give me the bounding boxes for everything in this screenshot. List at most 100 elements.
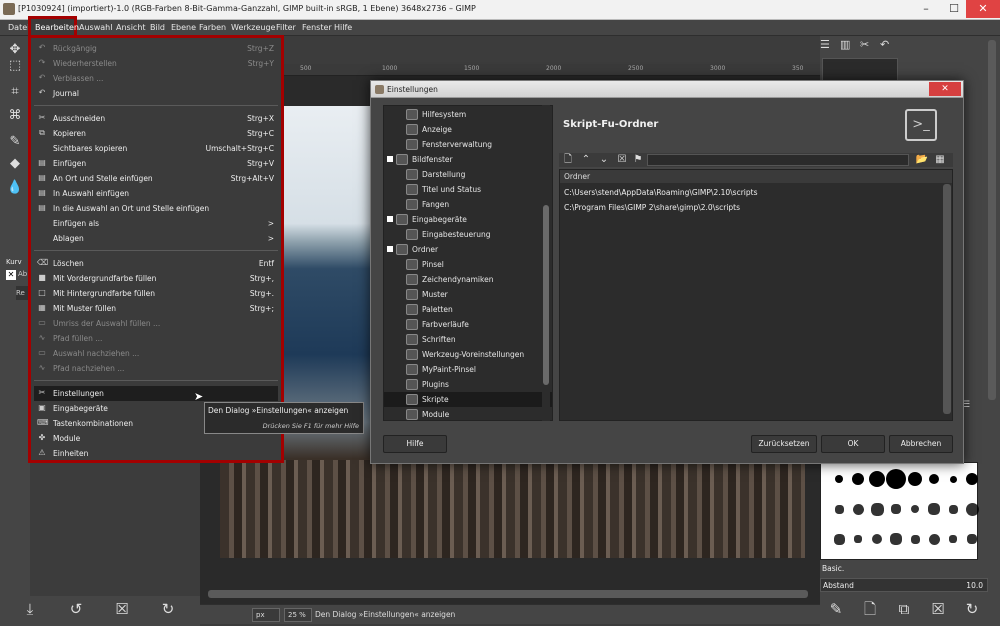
menu-datei[interactable]: Datei (8, 23, 29, 32)
edit-menu-item[interactable]: ↶ Journal (34, 86, 278, 101)
edit-menu-item[interactable]: Ablagen > (34, 231, 278, 246)
brush-swatch[interactable] (891, 504, 901, 514)
tree-item[interactable]: Schriften (384, 332, 552, 347)
collapse-toggle-icon[interactable] (387, 216, 393, 222)
layers-tab-icon[interactable]: ☰ (820, 38, 840, 54)
edit-menu-item[interactable]: Einfügen als > (34, 216, 278, 231)
tree-item[interactable]: Darstellung (384, 167, 552, 182)
menu-farben[interactable]: Farben (199, 23, 226, 32)
dialog-close-button[interactable]: ✕ (929, 82, 961, 96)
menu-hilfe[interactable]: Hilfe (334, 23, 352, 32)
tree-item[interactable]: Eingabesteuerung (384, 227, 552, 242)
edit-menu-item[interactable]: ▤ In Auswahl einfügen (34, 186, 278, 201)
brush-swatch[interactable] (869, 471, 885, 487)
brushes-panel[interactable] (820, 462, 979, 560)
new-brush-icon[interactable]: 🗋 (858, 598, 882, 620)
eraser-tool-icon[interactable]: ◆ (4, 154, 26, 174)
paths-tab-icon[interactable]: ✂ (860, 38, 880, 54)
tree-item[interactable]: Eingabegeräte (384, 212, 552, 227)
menu-filter[interactable]: Filter (276, 23, 296, 32)
tree-item[interactable]: Ordner (384, 242, 552, 257)
edit-menu-item[interactable]: ✂ Einstellungen (34, 386, 278, 401)
brush-swatch[interactable] (835, 475, 843, 483)
dock-collapse-icon[interactable]: ☰ (962, 400, 982, 414)
brush-swatch[interactable] (886, 469, 906, 489)
edit-brush-icon[interactable]: ✎ (824, 598, 848, 620)
folder-options-icon[interactable]: ▦ (933, 154, 947, 166)
brush-swatch[interactable] (833, 533, 845, 545)
folder-row[interactable]: C:\Program Files\GIMP 2\share\gimp\2.0\s… (560, 200, 952, 214)
edit-menu-item[interactable]: ⧉ Kopieren Strg+C (34, 126, 278, 141)
folder-path-input[interactable] (647, 154, 909, 166)
collapse-toggle-icon[interactable] (387, 246, 393, 252)
brush-swatch[interactable] (910, 534, 920, 544)
menu-ebene[interactable]: Ebene (171, 23, 196, 32)
brush-swatch[interactable] (965, 502, 979, 516)
brush-swatch[interactable] (852, 503, 864, 515)
horizontal-scrollbar[interactable] (208, 590, 808, 598)
tree-item[interactable]: Pinsel (384, 257, 552, 272)
tree-item[interactable]: Farbverläufe (384, 317, 552, 332)
brush-swatch[interactable] (890, 533, 902, 545)
spacing-slider[interactable]: Abstand 10.0 (820, 578, 988, 592)
rect-select-tool-icon[interactable]: ⬚ (4, 56, 26, 76)
tool-options-close-icon[interactable]: ✕ (6, 270, 16, 280)
edit-menu-item[interactable]: ■ Mit Vordergrundfarbe füllen Strg+, (34, 271, 278, 286)
brush-swatch[interactable] (908, 472, 922, 486)
crop-tool-icon[interactable]: ⌗ (4, 82, 26, 102)
brush-swatch[interactable] (928, 503, 940, 515)
menu-bild[interactable]: Bild (150, 23, 165, 32)
collapse-toggle-icon[interactable] (387, 156, 393, 162)
tree-item[interactable]: Titel und Status (384, 182, 552, 197)
tree-item[interactable]: Module (384, 407, 552, 420)
edit-menu-item[interactable]: ▦ Mit Muster füllen Strg+; (34, 301, 278, 316)
tree-item[interactable]: Plugins (384, 377, 552, 392)
brush-swatch[interactable] (967, 534, 977, 544)
tree-item[interactable]: Paletten (384, 302, 552, 317)
menu-fenster[interactable]: Fenster (302, 23, 332, 32)
undo-tab-icon[interactable]: ↶ (880, 38, 900, 54)
minimize-button[interactable]: – (912, 0, 940, 18)
folder-row[interactable]: C:\Users\stend\AppData\Roaming\GIMP\2.10… (560, 185, 952, 199)
unit-select[interactable]: px (252, 608, 280, 622)
warp-tool-icon[interactable]: ⌘ (4, 106, 26, 126)
brush-swatch[interactable] (911, 505, 919, 513)
brush-swatch[interactable] (949, 535, 957, 543)
brush-swatch[interactable] (948, 504, 958, 514)
edit-menu-item[interactable]: Sichtbares kopieren Umschalt+Strg+C (34, 141, 278, 156)
close-button[interactable]: ✕ (966, 0, 1000, 18)
brush-swatch[interactable] (854, 535, 862, 543)
add-folder-icon[interactable]: 🗋 (561, 154, 575, 166)
tree-item[interactable]: Anzeige (384, 122, 552, 137)
help-button[interactable]: Hilfe (383, 435, 447, 453)
move-up-icon[interactable]: ⌃ (579, 154, 593, 166)
tree-scrollbar-thumb[interactable] (543, 205, 549, 385)
duplicate-brush-icon[interactable]: ⧉ (892, 598, 916, 620)
brush-swatch[interactable] (929, 474, 939, 484)
brush-swatch[interactable] (834, 504, 844, 514)
zoom-select[interactable]: 25 % (284, 608, 312, 622)
maximize-button[interactable]: ☐ (940, 0, 968, 18)
tree-item[interactable]: MyPaint-Pinsel (384, 362, 552, 377)
reset-tool-options-icon[interactable]: ↻ (156, 598, 180, 620)
folder-list-scrollbar[interactable] (943, 184, 951, 414)
edit-menu-item[interactable]: □ Mit Hintergrundfarbe füllen Strg+. (34, 286, 278, 301)
cancel-button[interactable]: Abbrechen (889, 435, 953, 453)
edit-menu-item[interactable]: ⚠ Einheiten (34, 446, 278, 461)
brush-swatch[interactable] (852, 473, 864, 485)
reset-button[interactable]: Zurücksetzen (751, 435, 817, 453)
menu-ansicht[interactable]: Ansicht (116, 23, 146, 32)
delete-brush-icon[interactable]: ☒ (926, 598, 950, 620)
tree-item[interactable]: Hilfesystem (384, 107, 552, 122)
tree-item[interactable]: Bildfenster (384, 152, 552, 167)
tree-item[interactable]: Skripte (384, 392, 552, 407)
pencil-tool-icon[interactable]: ✎ (4, 132, 26, 152)
menu-auswahl[interactable]: Auswahl (79, 23, 112, 32)
menu-bearbeiten-open[interactable]: Bearbeiten (35, 23, 79, 32)
restore-tool-options-icon[interactable]: ↺ (64, 598, 88, 620)
browse-folder-icon[interactable]: 📂 (915, 154, 929, 166)
edit-menu-item[interactable]: ▤ An Ort und Stelle einfügen Strg+Alt+V (34, 171, 278, 186)
edit-menu-item[interactable]: ▤ In die Auswahl an Ort und Stelle einfüg… (34, 201, 278, 216)
channels-tab-icon[interactable]: ▥ (840, 38, 860, 54)
blur-tool-icon[interactable]: 💧 (4, 178, 26, 198)
